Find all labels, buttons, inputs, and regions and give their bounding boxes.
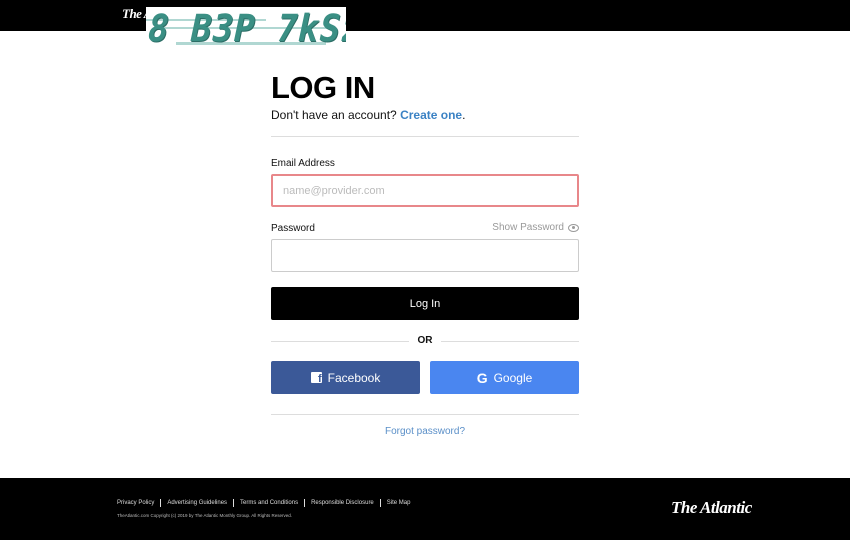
- eye-icon: [568, 223, 579, 232]
- login-button[interactable]: Log In: [271, 287, 579, 320]
- page-title: LOG IN: [271, 70, 375, 105]
- signup-prompt: Don't have an account? Create one.: [271, 108, 465, 122]
- footer-separator: [160, 499, 162, 507]
- show-password-label: Show Password: [492, 222, 564, 233]
- google-button-label: Google: [493, 370, 533, 385]
- footer-separator: [379, 499, 381, 507]
- captcha-text: 8 B3P 7kSz: [146, 7, 346, 51]
- password-field[interactable]: [271, 239, 579, 272]
- or-separator: OR: [271, 335, 579, 347]
- forgot-password-link[interactable]: Forgot password?: [271, 426, 579, 437]
- footer: Privacy Policy Advertising Guidelines Te…: [0, 478, 850, 540]
- footer-separator: [233, 499, 235, 507]
- footer-links: Privacy Policy Advertising Guidelines Te…: [117, 499, 410, 507]
- footer-link-advertising[interactable]: Advertising Guidelines: [167, 500, 227, 506]
- captcha-image: 8 B3P 7kSz: [146, 7, 346, 57]
- footer-link-privacy[interactable]: Privacy Policy: [117, 500, 154, 506]
- footer-link-disclosure[interactable]: Responsible Disclosure: [311, 500, 374, 506]
- or-line-right: [441, 341, 579, 342]
- footer-link-terms[interactable]: Terms and Conditions: [240, 500, 298, 506]
- divider: [271, 136, 579, 137]
- email-field[interactable]: [271, 174, 579, 207]
- google-icon: G: [476, 369, 488, 386]
- footer-atlantic-logo[interactable]: The Atlantic: [671, 498, 752, 518]
- signup-prompt-text: Don't have an account?: [271, 108, 397, 122]
- footer-link-sitemap[interactable]: Site Map: [387, 500, 411, 506]
- top-navigation-bar: The Atlantic: [0, 0, 850, 31]
- facebook-login-button[interactable]: Facebook: [271, 361, 420, 394]
- signup-period: .: [462, 108, 466, 122]
- email-label: Email Address: [271, 158, 335, 169]
- facebook-button-label: Facebook: [327, 370, 381, 385]
- create-account-link[interactable]: Create one: [400, 108, 462, 122]
- divider-bottom: [271, 414, 579, 415]
- password-label: Password: [271, 223, 315, 234]
- copyright-text: TheAtlantic.com Copyright (c) 2019 by Th…: [117, 513, 292, 518]
- facebook-icon: [310, 372, 322, 385]
- show-password-toggle[interactable]: Show Password: [492, 222, 579, 233]
- footer-separator: [304, 499, 306, 507]
- google-login-button[interactable]: G Google: [430, 361, 579, 394]
